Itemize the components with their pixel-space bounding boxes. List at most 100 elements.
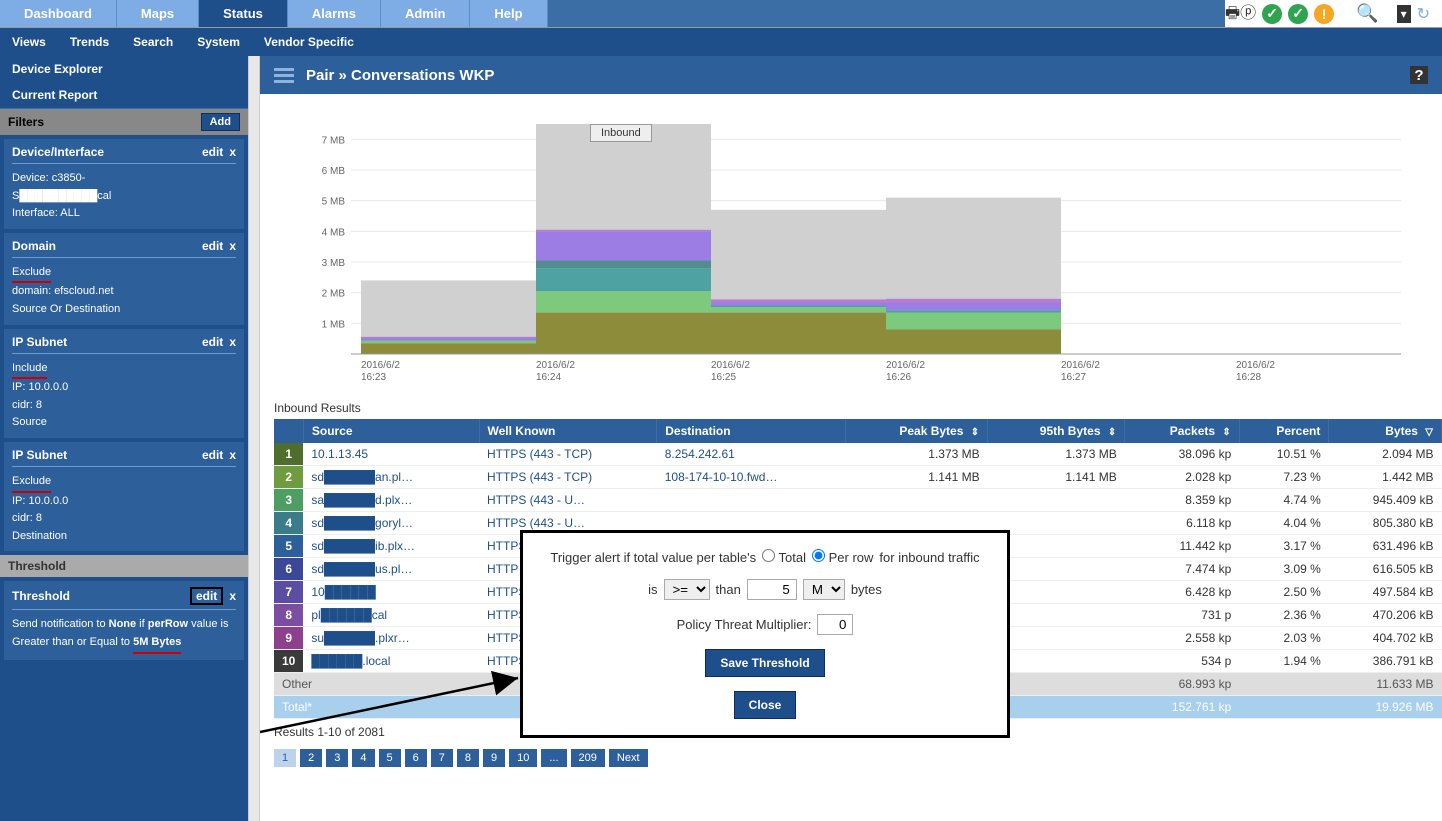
search-icon[interactable]: 🔍 bbox=[1356, 3, 1378, 24]
svg-text:16:24: 16:24 bbox=[536, 372, 561, 383]
page-Next[interactable]: Next bbox=[609, 749, 648, 767]
results-label: Inbound Results bbox=[260, 397, 1442, 419]
threshold-box: Threshold edit x Send notification to No… bbox=[4, 581, 244, 659]
filter-close[interactable]: x bbox=[229, 448, 236, 462]
svg-text:2016/6/2: 2016/6/2 bbox=[886, 360, 925, 371]
page-10[interactable]: 10 bbox=[509, 749, 537, 767]
unit-select[interactable]: M bbox=[803, 579, 845, 600]
subtab-views[interactable]: Views bbox=[12, 35, 46, 49]
subtab-vendor[interactable]: Vendor Specific bbox=[264, 35, 354, 49]
svg-text:2016/6/2: 2016/6/2 bbox=[1061, 360, 1100, 371]
status-ok-icon[interactable]: ✓ bbox=[1262, 4, 1282, 24]
svg-text:3 MB: 3 MB bbox=[322, 258, 346, 269]
svg-text:16:27: 16:27 bbox=[1061, 372, 1086, 383]
subtab-trends[interactable]: Trends bbox=[70, 35, 109, 49]
tab-maps[interactable]: Maps bbox=[117, 0, 199, 27]
tab-admin[interactable]: Admin bbox=[381, 0, 470, 27]
top-tabs: Dashboard Maps Status Alarms Admin Help … bbox=[0, 0, 1442, 28]
svg-text:2016/6/2: 2016/6/2 bbox=[711, 360, 750, 371]
table-row[interactable]: 2sd██████an.pl…HTTPS (443 - TCP)108-174-… bbox=[274, 466, 1442, 489]
breadcrumb-conv[interactable]: Conversations WKP bbox=[351, 67, 494, 84]
refresh-icon[interactable]: ↻ bbox=[1417, 4, 1430, 24]
filter-close[interactable]: x bbox=[229, 239, 236, 253]
page-2[interactable]: 2 bbox=[300, 749, 322, 767]
close-modal-button[interactable]: Close bbox=[734, 691, 797, 719]
save-threshold-button[interactable]: Save Threshold bbox=[705, 649, 824, 677]
tab-help[interactable]: Help bbox=[470, 0, 547, 27]
hamburger-icon[interactable] bbox=[274, 68, 294, 83]
page-8[interactable]: 8 bbox=[457, 749, 479, 767]
filters-header: Filters Add bbox=[0, 109, 248, 135]
pager: 12345678910... 209Next bbox=[260, 745, 1442, 779]
svg-text:1 MB: 1 MB bbox=[322, 319, 346, 330]
status-ok2-icon[interactable]: ✓ bbox=[1288, 4, 1308, 24]
col-Packets[interactable]: Packets ⇕ bbox=[1125, 419, 1240, 443]
page-9[interactable]: 9 bbox=[483, 749, 505, 767]
col-Source[interactable]: Source bbox=[303, 419, 479, 443]
filter-edit[interactable]: edit bbox=[202, 239, 223, 253]
table-row[interactable]: 3sa██████d.plx…HTTPS (443 - U…8.359 kp4.… bbox=[274, 489, 1442, 512]
page-4[interactable]: 4 bbox=[352, 749, 374, 767]
filter-box-2: IP SubneteditxIncludeIP: 10.0.0.0cidr: 8… bbox=[4, 329, 244, 438]
subtab-search[interactable]: Search bbox=[133, 35, 173, 49]
col-Bytes[interactable]: Bytes ▽ bbox=[1329, 419, 1442, 443]
col-Well Known[interactable]: Well Known bbox=[479, 419, 657, 443]
table-row[interactable]: 110.1.13.45HTTPS (443 - TCP)8.254.242.61… bbox=[274, 443, 1442, 466]
operator-select[interactable]: >= bbox=[664, 579, 710, 600]
filter-edit[interactable]: edit bbox=[202, 145, 223, 159]
page-1[interactable]: 1 bbox=[274, 749, 296, 767]
svg-text:6 MB: 6 MB bbox=[322, 166, 346, 177]
status-warn-icon[interactable]: ! bbox=[1314, 4, 1334, 24]
multiplier-input[interactable] bbox=[817, 614, 853, 635]
tab-alarms[interactable]: Alarms bbox=[288, 0, 381, 27]
multiplier-label: Policy Threat Multiplier: bbox=[677, 617, 812, 632]
sub-tabs: Views Trends Search System Vendor Specif… bbox=[0, 28, 1442, 56]
page-3[interactable]: 3 bbox=[326, 749, 348, 767]
page-209[interactable]: 209 bbox=[571, 749, 605, 767]
col-Destination[interactable]: Destination bbox=[657, 419, 846, 443]
threshold-edit[interactable]: edit bbox=[190, 587, 223, 605]
tab-dashboard[interactable]: Dashboard bbox=[0, 0, 117, 27]
menu-dropdown[interactable]: ▾ bbox=[1397, 5, 1411, 23]
svg-text:2 MB: 2 MB bbox=[322, 289, 346, 300]
page-6[interactable]: 6 bbox=[405, 749, 427, 767]
tab-status[interactable]: Status bbox=[199, 0, 288, 27]
radio-per-row[interactable]: Per row bbox=[812, 549, 873, 565]
subtab-system[interactable]: System bbox=[197, 35, 240, 49]
svg-text:2016/6/2: 2016/6/2 bbox=[536, 360, 575, 371]
filter-close[interactable]: x bbox=[229, 335, 236, 349]
nav-current-report[interactable]: Current Report bbox=[0, 82, 248, 108]
page-...[interactable]: ... bbox=[541, 749, 566, 767]
svg-text:16:28: 16:28 bbox=[1236, 372, 1261, 383]
modal-text2: for inbound traffic bbox=[879, 550, 979, 565]
threshold-header: Threshold bbox=[0, 555, 248, 577]
col-num[interactable] bbox=[274, 419, 303, 443]
page-5[interactable]: 5 bbox=[379, 749, 401, 767]
chart-legend[interactable]: Inbound bbox=[590, 124, 652, 142]
modal-text1: Trigger alert if total value per table's bbox=[550, 550, 756, 565]
chart[interactable]: 7 MB6 MB5 MB4 MB3 MB2 MB1 MB2016/6/216:2… bbox=[300, 114, 1402, 394]
filter-edit[interactable]: edit bbox=[202, 335, 223, 349]
value-input[interactable] bbox=[747, 579, 797, 600]
svg-text:2016/6/2: 2016/6/2 bbox=[361, 360, 400, 371]
nav-device-explorer[interactable]: Device Explorer bbox=[0, 56, 248, 82]
printer-icon[interactable]: 🖶ⓟ bbox=[1225, 0, 1256, 29]
breadcrumb-pair[interactable]: Pair bbox=[306, 67, 334, 84]
threshold-modal: Trigger alert if total value per table's… bbox=[520, 530, 1010, 738]
filter-edit[interactable]: edit bbox=[202, 448, 223, 462]
col-Peak Bytes[interactable]: Peak Bytes ⇕ bbox=[846, 419, 988, 443]
threshold-close[interactable]: x bbox=[229, 589, 236, 603]
filter-close[interactable]: x bbox=[229, 145, 236, 159]
collapse-strip[interactable] bbox=[248, 56, 260, 821]
svg-text:4 MB: 4 MB bbox=[322, 227, 346, 238]
filters-title: Filters bbox=[8, 115, 44, 129]
radio-total[interactable]: Total bbox=[762, 549, 806, 565]
svg-text:16:26: 16:26 bbox=[886, 372, 911, 383]
help-icon[interactable]: ? bbox=[1410, 66, 1428, 84]
col-Percent[interactable]: Percent bbox=[1239, 419, 1329, 443]
svg-text:2016/6/2: 2016/6/2 bbox=[1236, 360, 1275, 371]
add-filter-button[interactable]: Add bbox=[201, 113, 240, 131]
breadcrumb: Pair » Conversations WKP ? bbox=[260, 56, 1442, 94]
page-7[interactable]: 7 bbox=[431, 749, 453, 767]
col-95th Bytes[interactable]: 95th Bytes ⇕ bbox=[988, 419, 1125, 443]
